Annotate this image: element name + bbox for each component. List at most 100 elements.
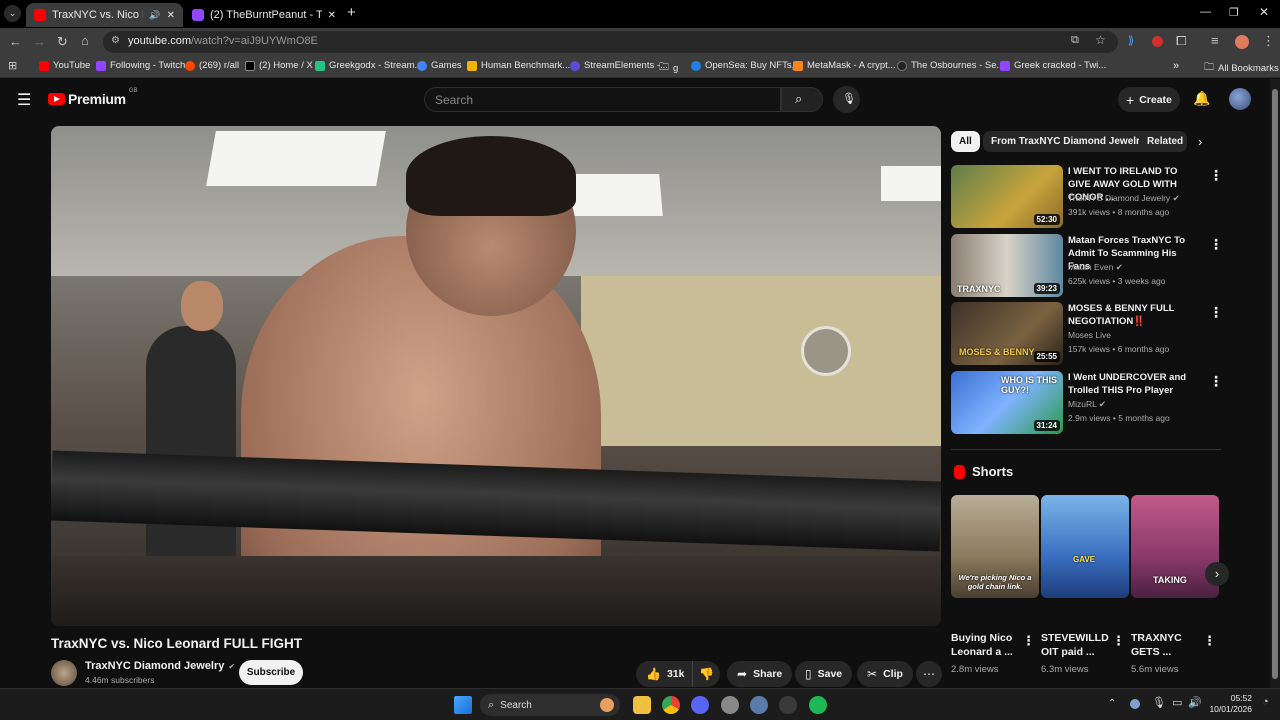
settings-icon[interactable] [721,696,739,714]
recommendation-item[interactable]: MOSES & BENNY 25:55 MOSES & BENNY FULL N… [951,302,1231,366]
menu-icon[interactable]: ⋮ [1262,33,1275,49]
tray-chevron-icon[interactable]: ⌃ [1108,698,1116,709]
chip-all[interactable]: All [951,131,980,152]
channel-avatar[interactable] [51,660,77,686]
tab-youtube[interactable]: TraxNYC vs. Nico Leonard F 🔊 ✕ [26,3,183,27]
bookmark-streamelements[interactable]: StreamElements -... [570,60,668,71]
video-thumbnail[interactable]: MOSES & BENNY 25:55 [951,302,1063,365]
puzzle-icon[interactable]: ⧠ [1176,33,1186,49]
close-window-icon[interactable]: ✕ [1259,5,1269,19]
recommendation-item[interactable]: 52:30 I WENT TO IRELAND TO GIVE AWAY GOL… [951,165,1231,229]
search-input[interactable]: Search [424,87,781,112]
notifications-icon[interactable]: ◔ [1262,696,1269,708]
more-options-icon[interactable]: ⋮ [1112,633,1125,649]
bookmark-star-icon[interactable]: ☆ [1095,33,1106,47]
chevron-right-icon[interactable]: › [1198,134,1202,149]
volume-icon[interactable]: 🔊 [1188,696,1202,709]
scrollbar-track[interactable] [1270,79,1280,688]
save-button[interactable]: ▯ Save [795,661,853,687]
bookmark-greekgodx[interactable]: Greekgodx - Stream... [315,60,422,71]
video-thumbnail[interactable]: 52:30 [951,165,1063,228]
more-options-icon[interactable]: ⋮ [1203,633,1216,649]
more-options-icon[interactable]: ⋮ [1022,633,1035,649]
recommendation-item[interactable]: WHO IS THIS GUY?! 31:24 I Went UNDERCOVE… [951,371,1231,435]
video-player[interactable] [51,126,941,626]
bookmark-human-benchmark[interactable]: Human Benchmark... [467,60,570,71]
bookmark-metamask[interactable]: MetaMask - A crypt... [793,60,896,71]
tab-search-button[interactable]: ⌄ [4,5,21,22]
create-button[interactable]: + Create [1118,87,1180,112]
youtube-logo[interactable]: Premium GB [48,88,137,107]
bookmark-opensea[interactable]: OpenSea: Buy NFTs,... [691,60,802,71]
bookmark-reddit[interactable]: (269) r/all [185,60,239,71]
home-icon[interactable]: ⌂ [81,33,89,48]
steam-icon[interactable] [779,696,797,714]
notifications-bell-icon[interactable]: 🔔 [1193,90,1210,107]
windows-start-icon[interactable] [454,696,472,714]
reload-icon[interactable]: ↻ [57,34,68,50]
clock[interactable]: 05:52 10/01/2026 [1206,693,1252,715]
apps-grid-icon[interactable]: ⊞ [8,59,17,72]
restore-icon[interactable]: ❐ [1229,6,1239,19]
discord-icon[interactable] [691,696,709,714]
short-thumbnail[interactable]: We're picking Nico a gold chain link. [951,495,1039,598]
more-options-icon[interactable]: ⋮ [1209,236,1223,253]
file-explorer-icon[interactable] [633,696,651,714]
spotify-icon[interactable] [809,696,827,714]
install-app-icon[interactable]: ⧉ [1071,34,1079,47]
close-tab-icon[interactable]: ✕ [328,10,336,21]
chip-from-channel[interactable]: From TraxNYC Diamond Jewelry [983,131,1154,152]
network-icon[interactable]: ▭ [1172,696,1182,709]
app-c-icon[interactable] [750,696,768,714]
hamburger-menu-icon[interactable]: ☰ [17,90,31,110]
bookmark-twitch[interactable]: Following - Twitch [96,60,185,71]
tab-twitch[interactable]: (2) TheBurntPeanut - Twitch ✕ [184,3,344,27]
voice-search-button[interactable]: 🎙 [833,86,860,113]
close-tab-icon[interactable]: ✕ [167,10,175,21]
chip-related[interactable]: Related [1139,131,1187,152]
more-actions-button[interactable]: ⋯ [916,661,942,687]
account-avatar[interactable] [1229,88,1251,110]
share-button[interactable]: ➦ Share [727,661,793,687]
shorts-next-button[interactable]: › [1205,562,1229,586]
more-options-icon[interactable]: ⋮ [1209,167,1223,184]
more-options-icon[interactable]: ⋮ [1209,304,1223,321]
more-options-icon[interactable]: ⋮ [1209,373,1223,390]
short-title[interactable]: TRAXNYC GETS ... [1131,631,1211,659]
like-button[interactable]: 👍 31k [636,661,692,687]
recommendation-item[interactable]: TRAXNYC 39:23 Matan Forces TraxNYC To Ad… [951,234,1231,298]
bookmark-greek-cracked[interactable]: Greek cracked - Twi... [1000,60,1106,71]
tray-app-icon[interactable] [1130,699,1140,709]
forward-icon[interactable]: → [33,34,46,49]
short-thumbnail[interactable]: TAKING [1131,495,1219,598]
omnibox[interactable]: ⚙ youtube.com/watch?v=aiJ9UYWmO8E ⧉ ☆ [103,31,1118,53]
chrome-icon[interactable] [662,696,680,714]
short-title[interactable]: STEVEWILLD OIT paid ... [1041,631,1121,659]
taskbar-search[interactable]: ⌕ Search [480,694,620,716]
extension-icon[interactable]: ⟫ [1128,34,1140,47]
microphone-icon[interactable]: 🎙 [1152,696,1166,709]
channel-name[interactable]: TraxNYC Diamond Jewelry ✔ [85,660,235,672]
subscribe-button[interactable]: Subscribe [239,660,303,685]
back-icon[interactable]: ← [9,34,22,49]
bookmark-folder-g[interactable]: 🗀 g [659,60,678,77]
bookmark-games[interactable]: Games [417,60,462,71]
short-title[interactable]: Buying Nico Leonard a ... [951,631,1031,659]
bookmark-x[interactable]: (2) Home / X [245,60,313,71]
clip-button[interactable]: ✂ Clip [857,661,913,687]
reading-list-icon[interactable]: ≡ [1211,33,1219,48]
bookmark-osbournes[interactable]: The Osbournes - Se... [897,60,1004,71]
minimize-icon[interactable]: — [1200,6,1211,18]
search-button[interactable]: ⌕ [781,87,823,112]
short-thumbnail[interactable]: GAVE [1041,495,1129,598]
scrollbar-thumb[interactable] [1272,89,1278,679]
video-thumbnail[interactable]: TRAXNYC 39:23 [951,234,1063,297]
video-thumbnail[interactable]: WHO IS THIS GUY?! 31:24 [951,371,1063,434]
profile-avatar-icon[interactable] [1235,35,1249,49]
all-bookmarks[interactable]: 🗀 All Bookmarks [1204,60,1279,77]
extension-red-icon[interactable] [1152,36,1163,47]
dislike-button[interactable]: 👎 [692,661,720,687]
site-info-icon[interactable]: ⚙ [111,35,120,46]
bookmarks-overflow[interactable]: » [1173,60,1179,72]
new-tab-button[interactable]: + [347,4,356,21]
